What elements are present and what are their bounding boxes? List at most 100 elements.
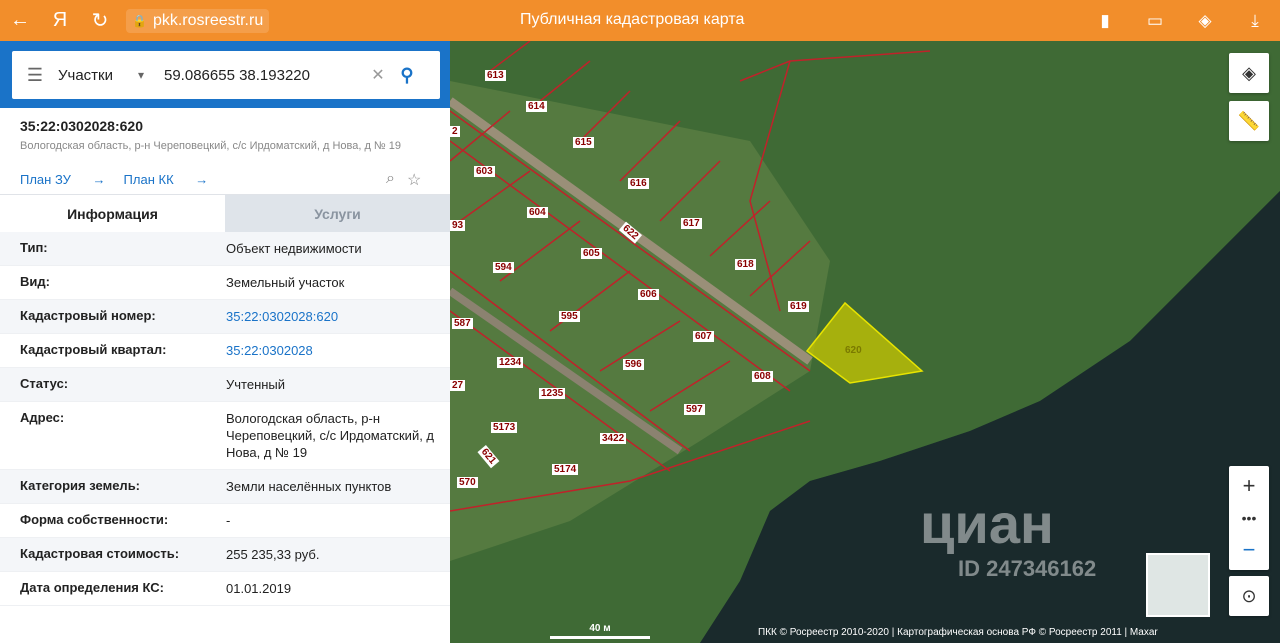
info-panel: ☰ Участки ▾ ✕ ⚲ ‹ 35:22:0302028:620 Воло… <box>0 41 450 643</box>
object-address: Вологодская область, р-н Череповецкий, с… <box>20 140 402 152</box>
star-icon[interactable]: ☆ <box>407 170 421 190</box>
parcel-label[interactable]: 615 <box>573 137 594 148</box>
chevron-down-icon[interactable]: ▾ <box>138 68 164 82</box>
download-icon[interactable]: ⤓ <box>1230 0 1280 41</box>
parcel-label[interactable]: 607 <box>693 331 714 342</box>
plan-kk-link[interactable]: План КК → <box>124 172 209 187</box>
measure-button[interactable]: 📏 <box>1229 101 1269 141</box>
parcel-label[interactable]: 595 <box>559 311 580 322</box>
clear-icon[interactable]: ✕ <box>364 65 392 85</box>
table-row: Кадастровый номер: 35:22:0302028:620 <box>0 300 450 334</box>
row-label: Категория земель: <box>20 478 141 493</box>
plan-zu-link[interactable]: План ЗУ → <box>20 172 106 187</box>
back-button[interactable]: ← <box>0 0 40 41</box>
parcel-label[interactable]: 613 <box>485 70 506 81</box>
parcel-label[interactable]: 620 <box>845 345 862 356</box>
more-button[interactable]: ••• <box>1229 506 1269 530</box>
row-label: Дата определения КС: <box>20 580 164 595</box>
parcel-label[interactable]: 1235 <box>539 388 566 399</box>
yandex-button[interactable]: Я <box>40 0 80 41</box>
bookmark-icon[interactable]: ▮ <box>1080 0 1130 41</box>
zoom-controls: + ••• − <box>1229 466 1269 570</box>
tab-services[interactable]: Услуги <box>225 195 450 233</box>
url-bar[interactable]: 🔒 pkk.rosreestr.ru <box>126 8 270 33</box>
watermark-id: ID 247346162 <box>958 556 1097 581</box>
table-row: Форма собственности: - <box>0 504 450 538</box>
table-row: Дата определения КС: 01.01.2019 <box>0 572 450 606</box>
parcel-label[interactable]: 5174 <box>552 464 579 475</box>
search-icon[interactable]: ⚲ <box>392 65 422 86</box>
row-value: Учтенный <box>226 377 286 392</box>
parcel-label[interactable]: 597 <box>684 404 705 415</box>
parcel-label[interactable]: 603 <box>474 166 495 177</box>
watermark: циан ID 247346162 <box>920 491 1096 582</box>
plan-kk-label: План КК <box>123 172 174 187</box>
parcel-label[interactable]: 608 <box>752 371 773 382</box>
search-input[interactable] <box>164 66 364 84</box>
row-label: Кадастровый номер: <box>20 308 156 323</box>
parcel-label[interactable]: 93 <box>450 220 466 231</box>
reload-icon: ↻ <box>91 10 109 32</box>
row-value: 255 235,33 руб. <box>226 547 320 562</box>
object-cad-number: 35:22:0302028:620 <box>20 118 143 134</box>
table-row: Кадастровая стоимость: 255 235,33 руб. <box>0 538 450 572</box>
parcel-label[interactable]: 3422 <box>600 433 627 444</box>
battery-icon: ▭ <box>1146 10 1164 30</box>
parcel-label[interactable]: 614 <box>526 101 547 112</box>
parcel-label[interactable]: 619 <box>788 301 809 312</box>
parcel-label[interactable]: 618 <box>735 259 756 270</box>
table-row: Статус: Учтенный <box>0 368 450 402</box>
parcel-label[interactable]: 594 <box>493 262 514 273</box>
map-canvas[interactable]: 613 614 615 616 617 618 619 620 622 603 … <box>450 41 1280 643</box>
compass-icon: ⊙ <box>1241 585 1257 606</box>
parcel-label[interactable]: 606 <box>638 289 659 300</box>
parcel-label[interactable]: 5173 <box>491 422 518 433</box>
parcel-label[interactable]: 621 <box>477 445 500 468</box>
lock-icon: 🔒 <box>132 13 147 28</box>
layers-button[interactable]: ◈ <box>1229 53 1269 93</box>
row-label: Вид: <box>20 274 50 289</box>
cad-quarter-link[interactable]: 35:22:0302028 <box>226 342 436 359</box>
parcel-label[interactable]: 616 <box>628 178 649 189</box>
scale-bar: 40 м <box>550 623 650 639</box>
parcel-label[interactable]: 605 <box>581 248 602 259</box>
table-row: Категория земель: Земли населённых пункто… <box>0 470 450 504</box>
row-value: - <box>226 513 231 528</box>
parcel-label[interactable]: 596 <box>623 359 644 370</box>
minimap[interactable] <box>1146 553 1210 617</box>
parcel-label[interactable]: 617 <box>681 218 702 229</box>
plan-zu-label: План ЗУ <box>20 172 71 187</box>
row-value: Объект недвижимости <box>226 241 362 256</box>
reload-button[interactable]: ↻ <box>80 0 120 41</box>
parcel-label[interactable]: 570 <box>457 477 478 488</box>
table-row: Адрес: Вологодская область, р-н Череповец… <box>0 402 450 470</box>
zoom-in-button[interactable]: + <box>1229 466 1269 506</box>
table-row: Кадастровый квартал: 35:22:0302028 <box>0 334 450 368</box>
parcel-label[interactable]: 587 <box>452 318 473 329</box>
page-title: Публичная кадастровая карта <box>520 11 745 28</box>
search-strip: ☰ Участки ▾ ✕ ⚲ ‹ <box>0 41 450 108</box>
parcel-label[interactable]: 604 <box>527 207 548 218</box>
scale-label: 40 м <box>589 623 611 634</box>
menu-icon[interactable]: ☰ <box>12 65 58 86</box>
tab-info[interactable]: Информация <box>0 195 225 233</box>
parcel-label[interactable]: 1234 <box>497 357 524 368</box>
row-value: Земельный участок <box>226 275 345 290</box>
parcel-label[interactable]: 622 <box>618 221 642 244</box>
row-label: Кадастровый квартал: <box>20 342 167 357</box>
row-value: 01.01.2019 <box>226 581 292 596</box>
cad-number-link[interactable]: 35:22:0302028:620 <box>226 308 436 325</box>
zoom-out-button[interactable]: − <box>1229 530 1269 570</box>
extension-icon[interactable]: ◈ <box>1180 0 1230 41</box>
row-label: Кадастровая стоимость: <box>20 546 180 561</box>
watermark-text: циан <box>920 492 1054 555</box>
parcel-label[interactable]: 2 <box>450 126 460 137</box>
search-type-select[interactable]: Участки <box>58 67 138 84</box>
compass-button[interactable]: ⊙ <box>1229 576 1269 616</box>
table-row: Вид: Земельный участок <box>0 266 450 300</box>
search-on-map-icon[interactable]: ⌕ <box>386 170 395 190</box>
row-label: Статус: <box>20 376 69 391</box>
row-value: Вологодская область, р-н Череповецкий, с… <box>226 411 435 460</box>
info-table: Тип: Объект недвижимости Вид: Земельный уч… <box>0 232 450 606</box>
parcel-label[interactable]: 27 <box>450 380 466 391</box>
